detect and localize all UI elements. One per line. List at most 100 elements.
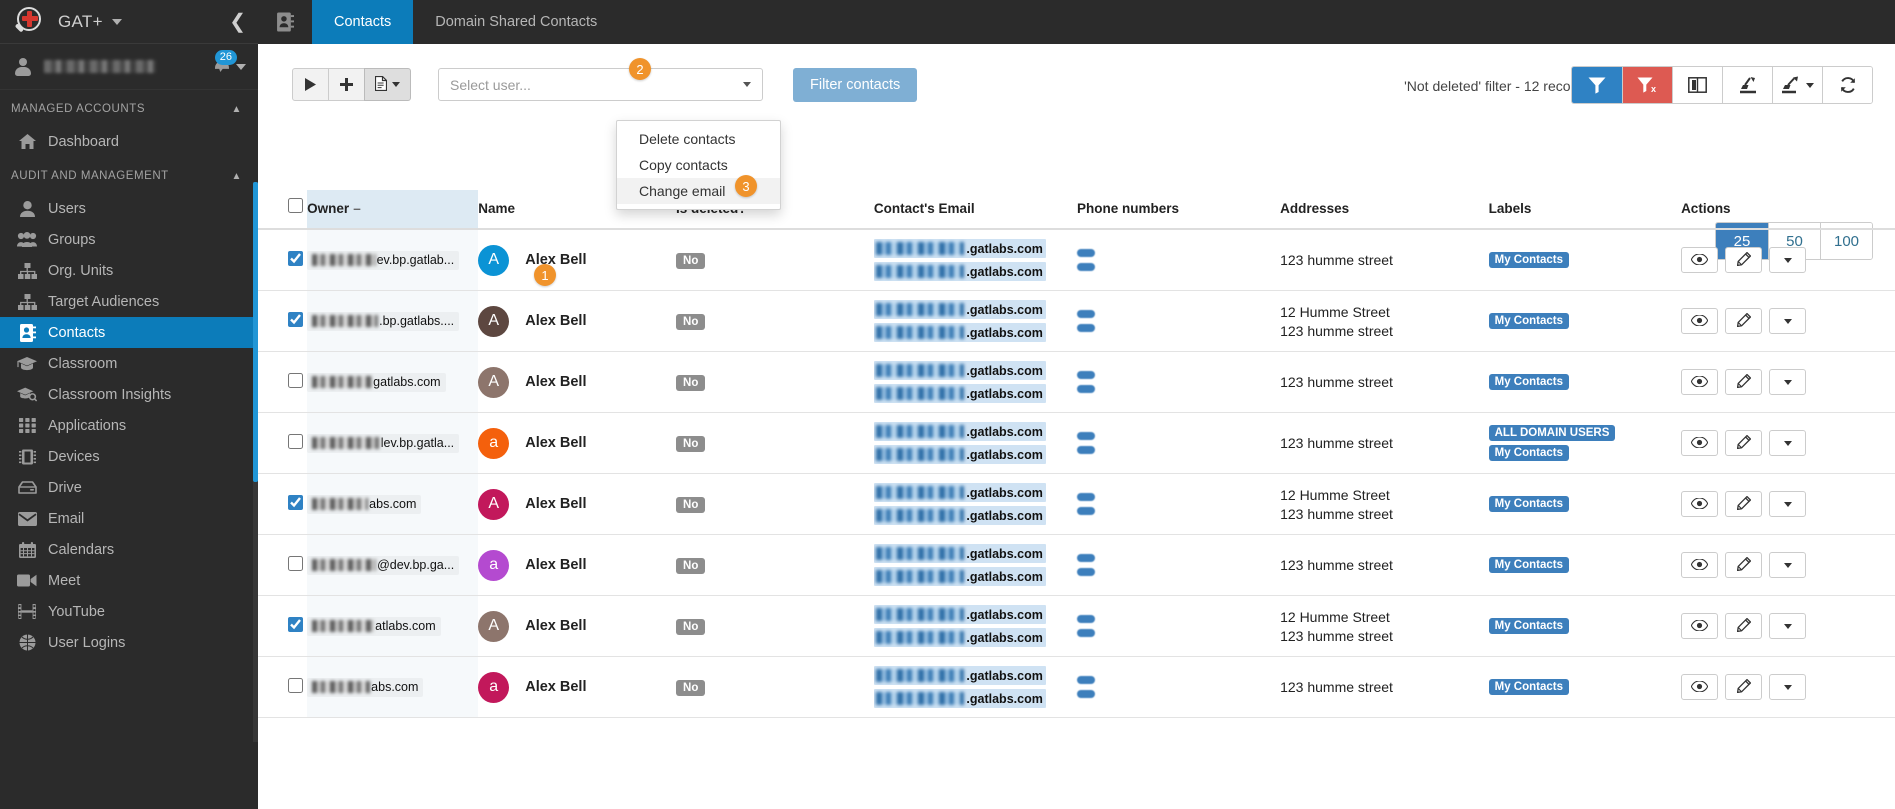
apply-filter-button[interactable] [1572,67,1622,103]
sidebar-item-org-units[interactable]: Org. Units [0,255,258,286]
sidebar-item-classroom[interactable]: Classroom [0,348,258,379]
contact-email[interactable]: .gatlabs.com [873,544,1046,563]
view-contact-button[interactable] [1681,552,1719,578]
more-actions-button[interactable] [1769,491,1807,517]
run-button[interactable] [292,68,329,101]
contact-email[interactable]: .gatlabs.com [873,628,1046,647]
view-contact-button[interactable] [1681,308,1719,334]
tab-contacts[interactable]: Contacts [312,0,414,44]
edit-contact-button[interactable] [1725,308,1763,334]
row-checkbox[interactable] [288,251,303,266]
sidebar-item-meet[interactable]: Meet [0,565,258,596]
edit-contact-button[interactable] [1725,491,1763,517]
contact-email[interactable]: .gatlabs.com [873,483,1046,502]
table-row[interactable]: atlabs.com A Alex Bell No .gatlabs.com .… [258,595,1895,657]
export-button[interactable] [1772,67,1822,103]
sidebar-item-dashboard[interactable]: Dashboard [0,126,258,157]
sidebar-item-target-audiences[interactable]: Target Audiences [0,286,258,317]
section-managed-accounts[interactable]: MANAGED ACCOUNTS ▲ [0,90,258,126]
sidebar-item-youtube[interactable]: YouTube [0,596,258,627]
chevron-down-icon[interactable] [111,18,122,25]
contact-email[interactable]: .gatlabs.com [873,506,1046,525]
row-checkbox[interactable] [288,495,303,510]
view-contact-button[interactable] [1681,247,1719,273]
tab-domain-shared-contacts[interactable]: Domain Shared Contacts [413,0,619,44]
table-row[interactable]: ev.bp.gatlab... A Alex Bell No .gatlabs.… [258,229,1895,291]
more-actions-button[interactable] [1769,369,1807,395]
view-contact-button[interactable] [1681,430,1719,456]
chevron-down-icon[interactable] [236,63,246,70]
more-actions-button[interactable] [1769,308,1807,334]
columns-button[interactable] [1672,67,1722,103]
column-header-owner[interactable]: Owner – [307,190,479,230]
view-contact-button[interactable] [1681,674,1719,700]
contact-label[interactable]: My Contacts [1488,679,1569,695]
sidebar-item-devices[interactable]: Devices [0,441,258,472]
sidebar-item-classroom-insights[interactable]: Classroom Insights [0,379,258,410]
brand-header[interactable]: GAT+ ❮ [0,0,258,44]
contact-email[interactable]: .gatlabs.com [873,239,1046,258]
sidebar-item-contacts[interactable]: Contacts [0,317,258,348]
contact-email[interactable]: .gatlabs.com [873,605,1046,624]
refresh-button[interactable] [1822,67,1872,103]
row-checkbox[interactable] [288,373,303,388]
select-all-checkbox[interactable] [288,198,303,213]
edit-contact-button[interactable] [1725,613,1763,639]
sidebar-item-user-logins[interactable]: User Logins [0,627,258,658]
table-row[interactable]: gatlabs.com A Alex Bell No .gatlabs.com … [258,351,1895,413]
table-row[interactable]: @dev.bp.ga... a Alex Bell No .gatlabs.co… [258,534,1895,596]
contact-email[interactable]: .gatlabs.com [873,445,1046,464]
contact-label[interactable]: ALL DOMAIN USERS [1488,425,1616,441]
row-checkbox[interactable] [288,678,303,693]
contact-email[interactable]: .gatlabs.com [873,323,1046,342]
edit-contact-button[interactable] [1725,430,1763,456]
contact-label[interactable]: My Contacts [1488,496,1569,512]
contact-email[interactable]: .gatlabs.com [873,666,1046,685]
contact-label[interactable]: My Contacts [1488,445,1569,461]
clear-filter-button[interactable]: x [1622,67,1672,103]
column-header-phone-numbers[interactable]: Phone numbers [1076,190,1281,230]
contact-label[interactable]: My Contacts [1488,374,1569,390]
section-audit-and-management[interactable]: AUDIT AND MANAGEMENT ▲ [0,157,258,193]
sidebar-item-email[interactable]: Email [0,503,258,534]
table-row[interactable]: abs.com A Alex Bell No .gatlabs.com .gat… [258,473,1895,535]
bulk-actions-button[interactable] [364,68,411,101]
table-row[interactable]: .bp.gatlabs.... A Alex Bell No .gatlabs.… [258,290,1895,352]
contact-email[interactable]: .gatlabs.com [873,422,1046,441]
more-actions-button[interactable] [1769,613,1807,639]
contact-email[interactable]: .gatlabs.com [873,361,1046,380]
notifications[interactable]: 26 [214,50,246,74]
account-row[interactable]: 26 [0,44,258,90]
contact-email[interactable]: .gatlabs.com [873,384,1046,403]
contact-label[interactable]: My Contacts [1488,557,1569,573]
chevron-up-icon[interactable]: ▲ [232,171,242,182]
edit-contact-button[interactable] [1725,369,1763,395]
view-contact-button[interactable] [1681,613,1719,639]
select-user-dropdown[interactable]: Select user... [438,68,763,101]
import-button[interactable] [1722,67,1772,103]
more-actions-button[interactable] [1769,552,1807,578]
sidebar-item-users[interactable]: Users [0,193,258,224]
sidebar-item-drive[interactable]: Drive [0,472,258,503]
column-header-contacts-email[interactable]: Contact's Email [873,190,1077,230]
table-row[interactable]: lev.bp.gatla... a Alex Bell No .gatlabs.… [258,412,1895,474]
more-actions-button[interactable] [1769,674,1807,700]
contact-email[interactable]: .gatlabs.com [873,567,1046,586]
contact-label[interactable]: My Contacts [1488,313,1569,329]
contact-email[interactable]: .gatlabs.com [873,689,1046,708]
row-checkbox[interactable] [288,617,303,632]
chevron-up-icon[interactable]: ▲ [232,104,242,115]
contact-email[interactable]: .gatlabs.com [873,262,1046,281]
more-actions-button[interactable] [1769,247,1807,273]
menu-item-delete-contacts[interactable]: Delete contacts [617,126,780,152]
sidebar-item-calendars[interactable]: Calendars [0,534,258,565]
add-contact-button[interactable] [328,68,365,101]
sidebar-item-groups[interactable]: Groups [0,224,258,255]
row-checkbox[interactable] [288,434,303,449]
row-checkbox[interactable] [288,312,303,327]
view-contact-button[interactable] [1681,491,1719,517]
collapse-sidebar-icon[interactable]: ❮ [229,12,246,32]
view-contact-button[interactable] [1681,369,1719,395]
contact-label[interactable]: My Contacts [1488,252,1569,268]
filter-contacts-button[interactable]: Filter contacts [793,68,918,102]
